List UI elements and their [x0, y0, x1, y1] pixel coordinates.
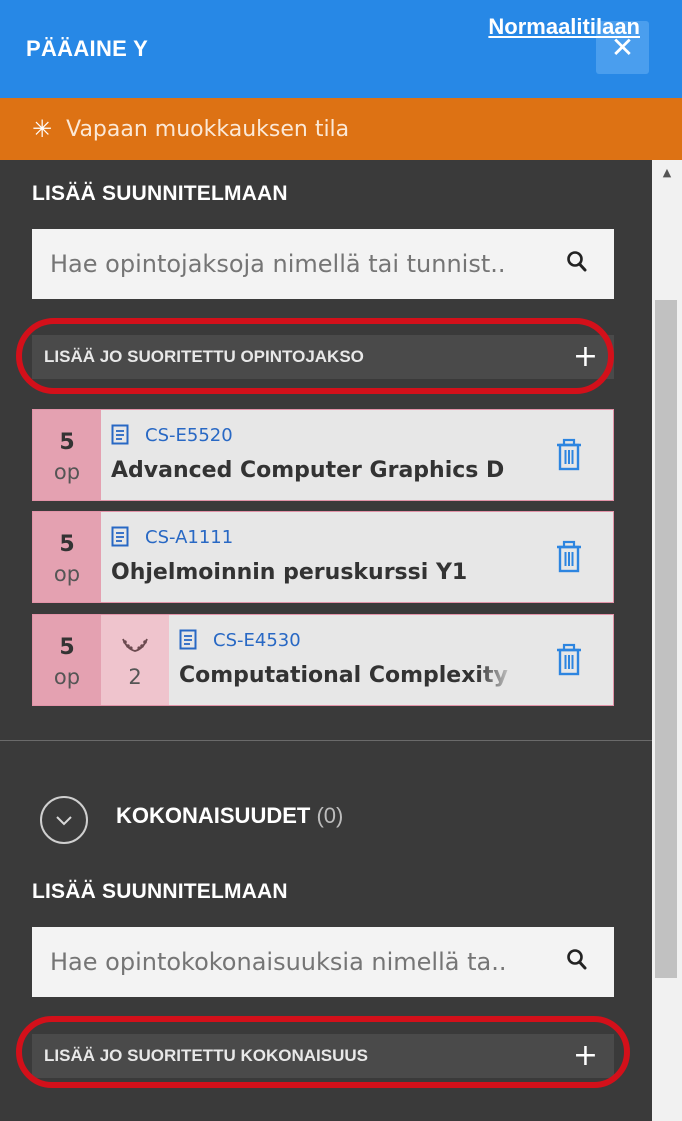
credits-cell: 5 op: [33, 410, 101, 500]
add-to-plan-label: LISÄÄ SUUNNITELMAAN: [32, 880, 288, 903]
course-code[interactable]: CS-E5520: [145, 425, 233, 446]
credits-value: 5: [59, 430, 75, 455]
scrollbar-thumb[interactable]: [655, 300, 677, 978]
section-divider: [0, 740, 652, 741]
course-name: Advanced Computer Graphics D: [111, 458, 505, 483]
course-search-box[interactable]: [32, 229, 614, 299]
course-card[interactable]: 5 op CS-E5520 Advanced Computer Graphics…: [32, 409, 614, 501]
credits-value: 5: [59, 532, 75, 557]
credits-value: 5: [59, 635, 75, 660]
course-code-row: CS-A1111: [111, 526, 233, 548]
free-edit-text: Vapaan muokkauksen tila: [66, 116, 350, 142]
credits-unit: op: [53, 460, 81, 484]
scroll-up-arrow-icon[interactable]: ▲: [652, 160, 682, 186]
search-icon[interactable]: [566, 948, 588, 972]
add-completed-module-label: LISÄÄ JO SUORITETTU KOKONAISUUS: [44, 1046, 368, 1065]
course-search-input[interactable]: [50, 250, 550, 278]
trash-icon[interactable]: [553, 643, 585, 677]
plus-icon: +: [572, 339, 598, 374]
module-search-input[interactable]: [50, 948, 550, 976]
panel-title: PÄÄAINE Y: [26, 36, 149, 61]
add-completed-course-button[interactable]: LISÄÄ JO SUORITETTU OPINTOJAKSO +: [32, 335, 614, 379]
course-card[interactable]: 5 op CS-A1111 Ohjelmoinnin peruskurssi Y…: [32, 511, 614, 603]
laurel-icon: [122, 638, 148, 652]
add-to-plan-label: LISÄÄ SUUNNITELMAAN: [32, 182, 288, 205]
modules-title: KOKONAISUUDET: [116, 803, 311, 828]
asterisk-burst-icon: ✳: [32, 115, 53, 143]
credits-cell: 5 op: [33, 615, 101, 705]
course-code[interactable]: CS-E4530: [213, 630, 301, 651]
course-code-row: CS-E4530: [179, 629, 301, 651]
free-edit-banner: ✳ Vapaan muokkauksen tila: [0, 98, 682, 160]
modules-count: (0): [316, 803, 344, 828]
grade-cell: 2: [101, 615, 169, 705]
course-code-row: CS-E5520: [111, 424, 233, 446]
course-name: Ohjelmoinnin peruskurssi Y1: [111, 560, 468, 585]
trash-icon[interactable]: [553, 438, 585, 472]
modules-heading: KOKONAISUUDET (0): [116, 803, 343, 829]
add-completed-course-label: LISÄÄ JO SUORITETTU OPINTOJAKSO: [44, 347, 364, 366]
credits-unit: op: [53, 665, 81, 689]
chevron-down-icon: [56, 816, 72, 826]
credits-unit: op: [53, 562, 81, 586]
plus-icon: +: [572, 1038, 598, 1073]
grade-value: 2: [128, 665, 142, 689]
module-search-box[interactable]: [32, 927, 614, 997]
text-fade: [477, 659, 517, 695]
course-name: Computational Complexity Th: [179, 663, 515, 688]
search-icon[interactable]: [566, 250, 588, 274]
course-code[interactable]: CS-A1111: [145, 527, 233, 548]
expand-toggle-button[interactable]: [40, 796, 88, 844]
document-icon: [111, 424, 129, 445]
credits-cell: 5 op: [33, 512, 101, 602]
document-icon: [111, 526, 129, 547]
course-card[interactable]: 5 op 2 CS-E4530 Computational Complexity…: [32, 614, 614, 706]
normal-mode-link[interactable]: Normaalitilaan: [488, 14, 640, 40]
document-icon: [179, 629, 197, 650]
trash-icon[interactable]: [553, 540, 585, 574]
add-completed-module-button[interactable]: LISÄÄ JO SUORITETTU KOKONAISUUS +: [32, 1034, 614, 1078]
